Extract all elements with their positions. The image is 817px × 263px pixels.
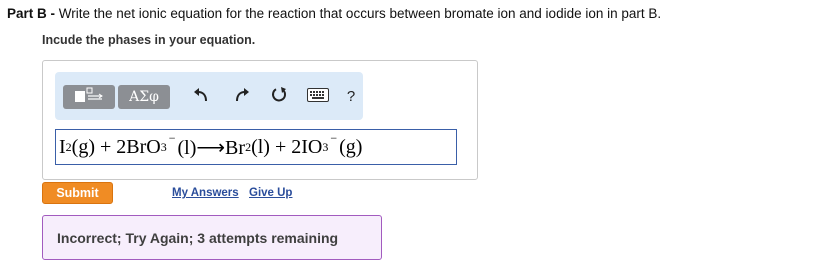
equation-editor: ΑΣφ ? I 2 (g) + 2BrO 3 − (l)⟶Br 2 (l) + … (42, 60, 478, 180)
answer-term: (l)⟶Br (177, 136, 246, 159)
templates-icon (74, 87, 104, 108)
reset-icon (270, 86, 288, 109)
answer-charge: − (168, 130, 176, 145)
my-answers-link[interactable]: My Answers (172, 187, 239, 199)
give-up-link[interactable]: Give Up (249, 187, 292, 199)
part-separator: - (46, 6, 59, 21)
feedback-box: Incorrect; Try Again; 3 attempts remaini… (42, 215, 382, 260)
redo-button[interactable] (231, 86, 253, 108)
help-button[interactable]: ? (344, 85, 358, 107)
answer-subscript: 3 (322, 139, 329, 154)
answer-term: (g) (339, 135, 363, 158)
undo-icon (192, 86, 210, 109)
redo-icon (233, 86, 251, 109)
answer-charge: − (330, 130, 338, 145)
feedback-message: Incorrect; Try Again; 3 attempts remaini… (57, 229, 339, 246)
answer-subscript: 3 (160, 139, 167, 154)
submit-button[interactable]: Submit (42, 182, 113, 204)
question-text: Part B - Write the net ionic equation fo… (7, 6, 661, 21)
answer-term: (l) + 2IO (251, 135, 323, 158)
instruction-text: Incude the phases in your equation. (42, 33, 256, 47)
question-prompt: Write the net ionic equation for the rea… (58, 6, 662, 21)
reset-button[interactable] (268, 86, 290, 108)
part-label: Part B (7, 6, 47, 21)
answer-term: I (59, 135, 66, 158)
answer-input[interactable]: I2 (g) + 2BrO 3− (l)⟶Br 2 (l) + 2IO 3− (g) (55, 129, 457, 165)
keyboard-button[interactable] (306, 87, 330, 107)
keyboard-icon (307, 87, 329, 107)
undo-button[interactable] (190, 86, 212, 108)
answer-term: (g) + 2BrO (71, 135, 161, 158)
greek-symbols-button[interactable]: ΑΣφ (118, 85, 170, 109)
editor-toolbar: ΑΣφ ? (55, 72, 363, 120)
templates-button[interactable] (63, 85, 115, 109)
